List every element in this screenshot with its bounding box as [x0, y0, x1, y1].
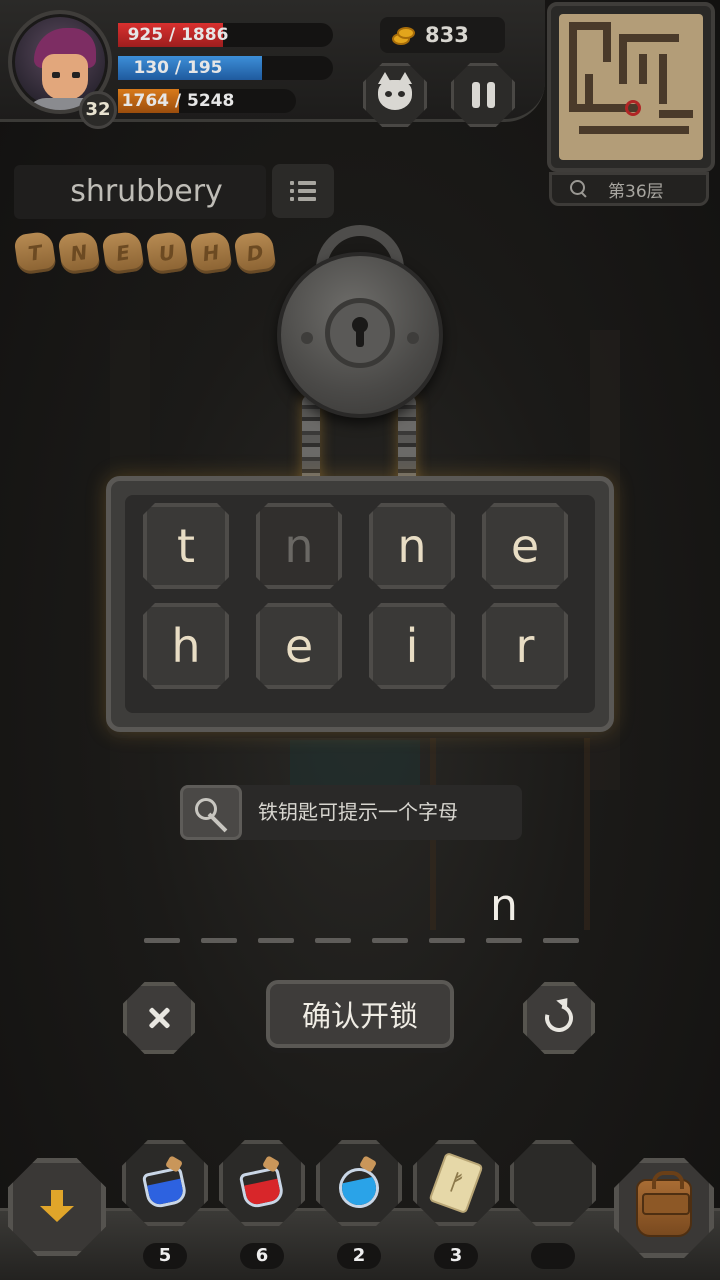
answer-letter: n — [490, 880, 518, 931]
word-list-button[interactable] — [272, 164, 334, 218]
letter-tile[interactable]: e — [256, 603, 342, 689]
answer-slot[interactable] — [201, 938, 237, 943]
hp-text: 925 / 1886 — [127, 25, 229, 45]
inventory-bag-button[interactable] — [614, 1158, 714, 1258]
reset-icon — [539, 998, 579, 1038]
player-level-badge: 32 — [79, 91, 117, 129]
answer-slot[interactable] — [429, 938, 465, 943]
coin-icon — [392, 25, 416, 45]
answer-slot[interactable] — [543, 938, 579, 943]
item-count: 2 — [337, 1243, 381, 1269]
word-title: shrubbery — [70, 174, 223, 209]
letter-tile[interactable]: r — [482, 603, 568, 689]
player-position-marker — [625, 100, 641, 116]
gold-value: 833 — [425, 23, 469, 47]
mp-bar: 130 / 195 — [118, 56, 333, 80]
item-slot-scroll[interactable]: ᚠ — [413, 1140, 499, 1226]
answer-slot[interactable] — [144, 938, 180, 943]
answer-slot[interactable] — [486, 938, 522, 943]
rune-stone: E — [101, 230, 145, 276]
keyhole-icon — [350, 317, 370, 349]
item-count: 3 — [434, 1243, 478, 1269]
word-title-box: shrubbery — [14, 165, 266, 219]
round-potion-icon — [335, 1155, 383, 1212]
key-icon — [195, 798, 231, 832]
red-potion-icon — [238, 1155, 286, 1210]
floor-label: 第36层 — [608, 181, 664, 202]
letter-tile[interactable]: n — [256, 503, 342, 589]
rune-stone: T — [13, 230, 57, 276]
rune-row: T N E U H D — [13, 230, 277, 276]
item-count: 5 — [143, 1243, 187, 1269]
pause-button[interactable] — [451, 63, 515, 127]
hint-bar[interactable]: 铁钥匙可提示一个字母 — [180, 785, 522, 840]
pet-icon — [378, 72, 412, 110]
rune-stone: U — [145, 230, 189, 276]
close-icon — [148, 1007, 170, 1029]
floor-indicator[interactable]: 第36层 — [549, 172, 709, 206]
rune-stone: H — [189, 230, 233, 276]
top-hud: 32 925 / 1886 130 / 195 1764 / 5248 833 — [0, 0, 720, 206]
lock-core — [325, 298, 395, 368]
letter-tile[interactable]: t — [143, 503, 229, 589]
minimap[interactable] — [547, 2, 715, 172]
item-slot-empty[interactable] — [510, 1140, 596, 1226]
item-count — [531, 1243, 575, 1269]
answer-slot[interactable] — [315, 938, 351, 943]
mp-text: 130 / 195 — [133, 58, 223, 78]
item-slot-blue-potion[interactable] — [122, 1140, 208, 1226]
minimap-view — [559, 14, 703, 160]
bag-icon — [636, 1171, 692, 1237]
hint-key-button[interactable] — [180, 785, 242, 840]
xp-bar: 1764 / 5248 — [118, 89, 296, 113]
arrow-down-icon — [40, 1190, 74, 1224]
hp-bar: 925 / 1886 — [118, 23, 333, 47]
letter-tile[interactable]: h — [143, 603, 229, 689]
rune-stone: N — [57, 230, 101, 276]
search-icon — [570, 180, 588, 198]
gold-counter: 833 — [380, 17, 505, 53]
letter-tile[interactable]: e — [482, 503, 568, 589]
item-count: 6 — [240, 1243, 284, 1269]
blue-potion-icon — [141, 1155, 189, 1210]
answer-slot[interactable] — [258, 938, 294, 943]
xp-text: 1764 / 5248 — [121, 91, 235, 111]
pet-button[interactable] — [363, 63, 427, 127]
confirm-unlock-button[interactable]: 确认开锁 — [266, 980, 454, 1048]
scroll-icon: ᚠ — [428, 1151, 484, 1215]
letter-tile[interactable]: n — [369, 503, 455, 589]
pause-icon — [471, 82, 495, 108]
padlock — [277, 252, 443, 418]
item-slot-round-potion[interactable] — [316, 1140, 402, 1226]
item-slot-red-potion[interactable] — [219, 1140, 305, 1226]
hint-text: 铁钥匙可提示一个字母 — [258, 800, 458, 824]
letter-tile[interactable]: i — [369, 603, 455, 689]
answer-slot[interactable] — [372, 938, 408, 943]
rune-stone: D — [233, 230, 277, 276]
